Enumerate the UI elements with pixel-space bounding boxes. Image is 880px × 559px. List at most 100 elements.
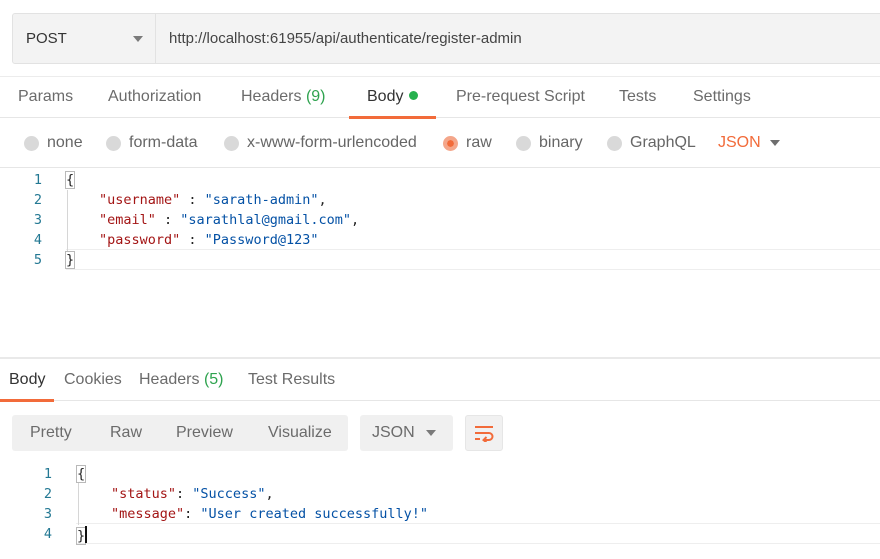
view-preview-button[interactable]: Preview	[176, 415, 233, 451]
code-line: {	[64, 171, 76, 189]
json-comma: ,	[318, 192, 327, 208]
close-brace: }	[64, 251, 76, 269]
json-key: "status"	[111, 486, 177, 502]
json-separator: :	[180, 192, 205, 208]
tab-label: Body	[367, 88, 404, 105]
current-line-highlight	[76, 523, 880, 544]
method-label: POST	[26, 30, 67, 47]
json-value: "sarathlal@gmail.com"	[180, 212, 351, 228]
tab-label: Test Results	[248, 371, 336, 388]
code-line: "status": "Success",	[111, 486, 274, 502]
radio-circle-icon	[24, 135, 39, 151]
text-cursor	[85, 526, 88, 543]
line-number: 4	[43, 526, 52, 542]
line-number: 3	[33, 212, 42, 228]
body-language-select[interactable]: JSON	[718, 118, 761, 168]
tab-label: Settings	[693, 88, 751, 105]
tab-settings[interactable]: Settings	[693, 77, 751, 118]
response-tab-cookies[interactable]: Cookies	[64, 359, 122, 401]
radio-label: binary	[539, 134, 583, 151]
json-key: "email"	[99, 212, 156, 228]
code-line: "email" : "sarathlal@gmail.com",	[99, 212, 359, 228]
code-line: }	[64, 251, 76, 269]
radio-label: x-www-form-urlencoded	[247, 134, 417, 151]
body-language-label: JSON	[718, 134, 761, 151]
tab-label: Cookies	[64, 371, 122, 388]
response-tabs: Body Cookies Headers (5) Test Results	[0, 359, 880, 402]
line-number: 1	[43, 466, 52, 482]
json-value: "Password@123"	[204, 232, 319, 248]
radio-label: none	[47, 134, 83, 151]
chevron-down-icon[interactable]	[770, 140, 780, 146]
json-value: "Success"	[192, 486, 266, 502]
json-separator: :	[184, 506, 201, 522]
json-key: "message"	[111, 506, 185, 522]
line-number: 1	[33, 172, 42, 188]
json-separator: :	[180, 232, 205, 248]
json-value: "User created successfully!"	[200, 506, 428, 522]
close-brace: }	[75, 527, 87, 545]
indent-guide	[78, 483, 79, 525]
tab-label: Tests	[619, 88, 657, 105]
radio-circle-icon	[516, 135, 531, 151]
tab-authorization[interactable]: Authorization	[108, 77, 201, 118]
headers-count-badge: (9)	[305, 88, 326, 105]
request-url-bar: POST http://localhost:61955/api/authenti…	[12, 13, 880, 64]
radio-graphql[interactable]: GraphQL	[607, 118, 696, 168]
body-status-dot-icon	[409, 91, 419, 100]
response-body-viewer[interactable]: 1 2 3 4 { "status": "Success", "message"…	[0, 462, 880, 559]
code-line: "password" : "Password@123"	[99, 232, 318, 248]
response-format-label: JSON	[372, 424, 415, 441]
json-separator: :	[176, 486, 193, 502]
radio-binary[interactable]: binary	[516, 118, 583, 168]
view-pretty-button[interactable]: Pretty	[30, 415, 72, 451]
radio-form-data[interactable]: form-data	[106, 118, 197, 168]
line-number: 3	[43, 506, 52, 522]
wrap-lines-button[interactable]	[465, 415, 503, 451]
radio-x-www-form-urlencoded[interactable]: x-www-form-urlencoded	[224, 118, 417, 168]
tab-label: Authorization	[108, 88, 202, 105]
open-brace: {	[75, 465, 87, 483]
code-line: "message": "User created successfully!"	[111, 506, 428, 522]
radio-label: form-data	[129, 134, 198, 151]
json-value: "sarath-admin"	[204, 192, 319, 208]
response-tab-test-results[interactable]: Test Results	[248, 359, 335, 401]
response-tab-headers[interactable]: Headers (5)	[139, 359, 224, 401]
view-raw-button[interactable]: Raw	[110, 415, 142, 451]
radio-label: GraphQL	[630, 134, 696, 151]
body-type-options: none form-data x-www-form-urlencoded raw…	[0, 118, 880, 168]
open-brace: {	[64, 171, 76, 189]
tab-label: Headers	[139, 371, 200, 388]
json-key: "username"	[99, 192, 181, 208]
tab-body[interactable]: Body	[348, 77, 438, 119]
json-comma: ,	[350, 212, 360, 228]
view-visualize-button[interactable]: Visualize	[268, 415, 332, 451]
request-tabs: Params Authorization Headers (9) Body Pr…	[0, 76, 880, 119]
radio-circle-icon	[607, 135, 622, 151]
tab-tests[interactable]: Tests	[619, 77, 656, 118]
radio-raw[interactable]: raw	[443, 118, 492, 168]
response-tab-body[interactable]: Body	[0, 359, 56, 402]
tab-pre-request-script[interactable]: Pre-request Script	[456, 77, 585, 118]
line-number: 2	[43, 486, 52, 502]
tab-params[interactable]: Params	[18, 77, 73, 118]
tab-label: Params	[18, 88, 74, 105]
indent-guide	[67, 190, 68, 251]
radio-none[interactable]: none	[24, 118, 83, 168]
tab-label: Pre-request Script	[456, 88, 585, 105]
tab-label: Body	[9, 371, 46, 388]
tab-label: Headers	[241, 88, 302, 105]
chevron-down-icon	[426, 430, 436, 436]
headers-count-badge: (5)	[203, 371, 224, 388]
radio-circle-icon	[106, 135, 121, 151]
url-input[interactable]: http://localhost:61955/api/authenticate/…	[156, 14, 522, 63]
request-body-editor[interactable]: 1 2 3 4 5 { "username" : "sarath-admin",…	[0, 169, 880, 357]
tab-headers[interactable]: Headers (9)	[241, 77, 326, 118]
json-key: "password"	[99, 232, 181, 248]
method-select[interactable]: POST	[13, 14, 156, 63]
json-separator: :	[155, 212, 181, 228]
radio-circle-icon	[224, 135, 239, 151]
line-number: 4	[33, 232, 42, 248]
line-number: 2	[33, 192, 42, 208]
response-format-select[interactable]: JSON	[360, 415, 453, 451]
